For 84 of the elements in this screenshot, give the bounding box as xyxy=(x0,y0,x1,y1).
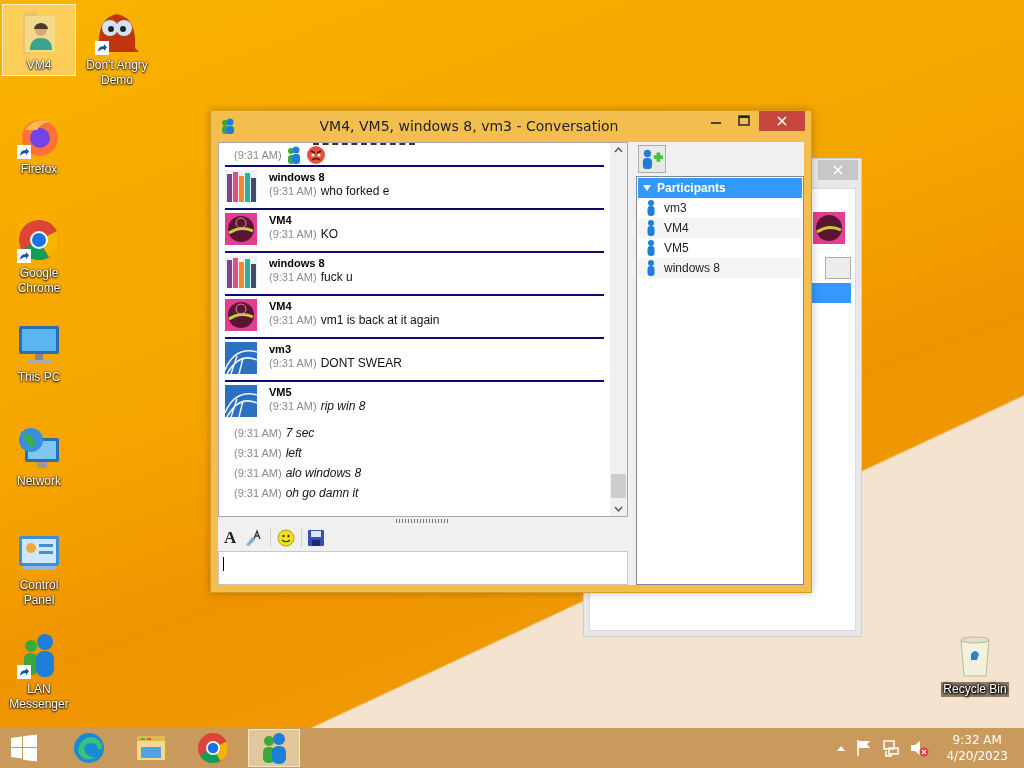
desktop-icon-label: LAN Messenger xyxy=(8,682,70,712)
timestamp: (9:31 AM) xyxy=(234,427,282,439)
message-text: 7 sec xyxy=(285,426,315,440)
avatar-picture xyxy=(225,385,257,417)
timestamp: (9:31 AM) xyxy=(269,271,317,283)
sender-name: VM4 xyxy=(269,213,293,227)
timestamp: (9:31 AM) xyxy=(234,447,282,459)
desktop-icon[interactable]: Network xyxy=(2,420,76,492)
toolbar-button[interactable] xyxy=(825,257,851,279)
chrome-icon xyxy=(196,731,230,765)
desktop-icon-label: Firefox xyxy=(20,162,58,177)
message-text: DONT SWEAR xyxy=(320,356,402,370)
sender-name: vm3 xyxy=(269,342,293,356)
desktop-icon[interactable]: Firefox xyxy=(2,108,76,180)
sender-name: VM5 xyxy=(269,385,293,399)
message-text: KO xyxy=(320,227,339,241)
angry-face-icon xyxy=(305,145,326,165)
taskbar-button[interactable] xyxy=(248,729,300,767)
avatar-picture xyxy=(225,299,257,331)
timestamp: (9:31 AM) xyxy=(269,400,317,412)
person-icon xyxy=(646,240,656,256)
avatar-picture xyxy=(225,256,257,288)
message-input[interactable] xyxy=(218,551,628,585)
app-icon xyxy=(221,118,235,134)
desktop-icon[interactable]: LAN Messenger xyxy=(2,628,76,715)
desktop-icon-label: VM4 xyxy=(26,58,52,73)
message-text: vm1 is back at it again xyxy=(320,313,440,327)
avatar-picture xyxy=(225,342,257,374)
desktop-icon-label: Network xyxy=(17,474,61,489)
clock-time: 9:32 AM xyxy=(952,732,1002,748)
font-button[interactable]: A xyxy=(222,528,239,548)
browser-icon xyxy=(72,731,106,765)
participant-item[interactable]: VM5 xyxy=(638,238,802,258)
avatar-picture xyxy=(813,212,845,244)
timestamp: (9:31 AM) xyxy=(234,487,282,499)
desktop-icon[interactable]: Don't Angry Demo xyxy=(80,4,154,91)
save-icon[interactable] xyxy=(308,530,325,546)
desktop-icon-label: Google Chrome xyxy=(16,266,62,296)
desktop-icon-label: Control Panel xyxy=(18,578,60,608)
person-icon xyxy=(646,200,656,216)
scrollbar-thumb[interactable] xyxy=(611,474,626,498)
show-hidden-icons-icon[interactable] xyxy=(836,744,847,752)
timestamp: (9:31 AM) xyxy=(234,467,282,479)
add-participant-button[interactable] xyxy=(638,145,666,173)
speaker-icon[interactable] xyxy=(909,739,930,757)
message-text: left xyxy=(285,446,302,460)
sender-name: windows 8 xyxy=(269,170,326,184)
person-icon xyxy=(646,220,656,236)
splitter-grip[interactable] xyxy=(396,519,450,523)
desktop-icon[interactable]: Recycle Bin xyxy=(938,628,1012,700)
window-title: VM4, VM5, windows 8, vm3 - Conversation xyxy=(318,118,620,134)
timestamp: (9:31 AM) xyxy=(269,185,317,197)
desktop-icon-label: Don't Angry Demo xyxy=(85,58,149,88)
desktop-icon-label: This PC xyxy=(17,370,61,385)
avatar-picture xyxy=(225,213,257,245)
timestamp: (9:31 AM) xyxy=(269,314,317,326)
participant-item[interactable]: vm3 xyxy=(638,198,802,218)
timestamp: (9:31 AM) xyxy=(269,357,317,369)
avatar-picture xyxy=(225,170,257,202)
message-text: alo windows 8 xyxy=(285,466,362,480)
message-text: rip win 8 xyxy=(320,399,366,413)
desktop-icon[interactable]: VM4 xyxy=(2,4,76,76)
sender-name: VM4 xyxy=(269,299,293,313)
timestamp: (9:31 AM) xyxy=(269,228,317,240)
desktop-icon[interactable]: Google Chrome xyxy=(2,212,76,299)
text-cursor xyxy=(223,557,224,571)
person-icon xyxy=(646,260,656,276)
message-text: oh go damn it xyxy=(285,486,359,500)
participants-header[interactable]: Participants xyxy=(638,178,802,198)
smiley-icon[interactable] xyxy=(277,529,296,547)
people-icon xyxy=(285,146,302,164)
scrollbar[interactable] xyxy=(610,143,627,516)
clock-date: 4/20/2023 xyxy=(946,748,1008,764)
desktop-icon[interactable]: This PC xyxy=(2,316,76,388)
sender-name: windows 8 xyxy=(269,256,326,270)
message-text: fuck u xyxy=(320,270,353,284)
participant-item[interactable]: VM4 xyxy=(638,218,802,238)
timestamp: (9:31 AM) xyxy=(234,149,282,161)
expand-arrow-icon[interactable] xyxy=(642,183,652,193)
desktop-icon[interactable]: Control Panel xyxy=(2,524,76,611)
start-icon[interactable] xyxy=(10,734,38,762)
message-text: who forked e xyxy=(320,184,390,198)
participant-item[interactable]: windows 8 xyxy=(638,258,802,278)
network-icon[interactable] xyxy=(882,739,901,757)
